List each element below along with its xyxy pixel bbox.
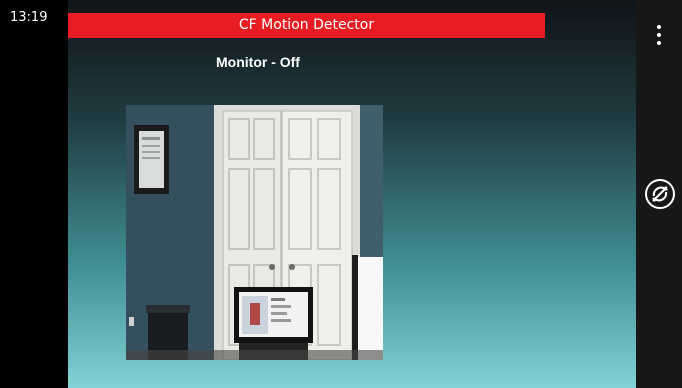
app-content: CF Motion Detector Monitor - Off xyxy=(68,0,636,388)
clock-time: 13:19 xyxy=(10,10,48,25)
ellipsis-vertical-icon xyxy=(657,25,661,29)
camera-preview xyxy=(126,105,383,360)
sync-toggle-button[interactable] xyxy=(644,178,676,210)
app-title-bar: CF Motion Detector xyxy=(68,13,545,38)
app-bar xyxy=(636,0,682,388)
sync-disabled-icon xyxy=(645,179,675,209)
more-options-button[interactable] xyxy=(644,18,674,52)
wall-picture-frame xyxy=(134,125,169,194)
system-status-bar: 13:19 xyxy=(0,0,68,388)
monitor-status-label: Monitor - Off xyxy=(216,54,300,70)
camera-preview-image xyxy=(126,105,383,360)
desk-monitor xyxy=(234,287,313,360)
